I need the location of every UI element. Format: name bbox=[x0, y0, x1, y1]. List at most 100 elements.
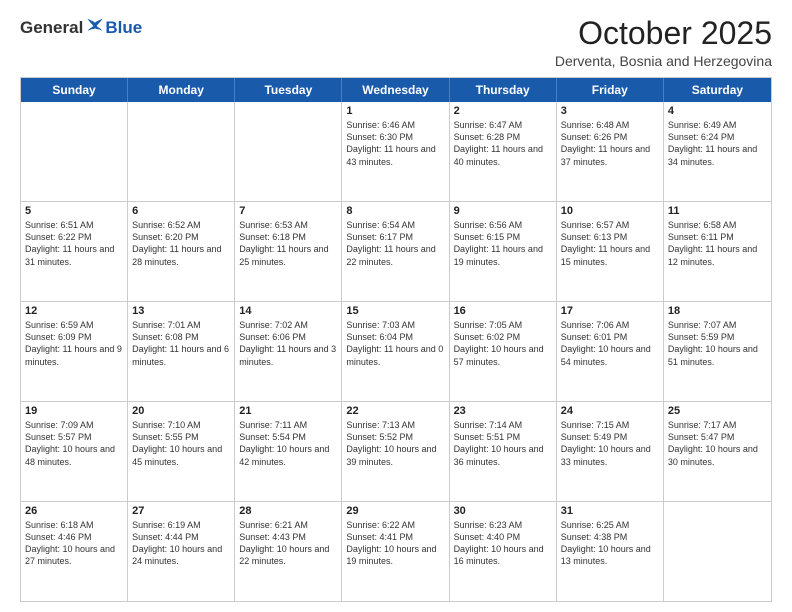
cell-sun-info: Sunrise: 6:56 AM Sunset: 6:15 PM Dayligh… bbox=[454, 219, 552, 268]
day-number: 13 bbox=[132, 305, 230, 317]
calendar-cell: 20Sunrise: 7:10 AM Sunset: 5:55 PM Dayli… bbox=[128, 402, 235, 501]
calendar-header-friday: Friday bbox=[557, 78, 664, 102]
calendar-cell: 18 Sunrise: 7:07 AM Sunset: 5:59 PM Dayli… bbox=[664, 302, 771, 401]
cell-sun-info: Sunrise: 6:47 AM Sunset: 6:28 PM Dayligh… bbox=[454, 119, 552, 168]
cell-sun-info: Sunrise: 6:48 AM Sunset: 6:26 PM Dayligh… bbox=[561, 119, 659, 168]
cell-sun-info: Sunrise: 6:49 AM Sunset: 6:24 PM Dayligh… bbox=[668, 119, 767, 168]
day-number: 2 bbox=[454, 105, 552, 117]
calendar-cell: 1 Sunrise: 6:46 AM Sunset: 6:30 PM Daylig… bbox=[342, 102, 449, 201]
calendar-cell: 4 Sunrise: 6:49 AM Sunset: 6:24 PM Daylig… bbox=[664, 102, 771, 201]
calendar-cell: 23Sunrise: 7:14 AM Sunset: 5:51 PM Dayli… bbox=[450, 402, 557, 501]
cell-sun-info: Sunrise: 7:09 AM Sunset: 5:57 PM Dayligh… bbox=[25, 419, 123, 468]
calendar-cell: 22 Sunrise: 7:13 AM Sunset: 5:52 PM Dayli… bbox=[342, 402, 449, 501]
month-title: October 2025 bbox=[555, 16, 772, 51]
cell-sun-info: Sunrise: 7:02 AM Sunset: 6:06 PM Dayligh… bbox=[239, 319, 337, 368]
day-number: 25 bbox=[668, 405, 767, 417]
cell-sun-info: Sunrise: 6:59 AM Sunset: 6:09 PM Dayligh… bbox=[25, 319, 123, 368]
cell-sun-info: Sunrise: 7:17 AM Sunset: 5:47 PM Dayligh… bbox=[668, 419, 767, 468]
calendar-cell: 8Sunrise: 6:54 AM Sunset: 6:17 PM Daylig… bbox=[342, 202, 449, 301]
cell-sun-info: Sunrise: 6:53 AM Sunset: 6:18 PM Dayligh… bbox=[239, 219, 337, 268]
cell-sun-info: Sunrise: 6:52 AM Sunset: 6:20 PM Dayligh… bbox=[132, 219, 230, 268]
day-number: 19 bbox=[25, 405, 123, 417]
calendar-cell bbox=[664, 502, 771, 601]
logo: General Blue bbox=[20, 16, 142, 36]
location-text: Derventa, Bosnia and Herzegovina bbox=[555, 53, 772, 69]
calendar-header-wednesday: Wednesday bbox=[342, 78, 449, 102]
calendar-cell: 19 Sunrise: 7:09 AM Sunset: 5:57 PM Dayli… bbox=[21, 402, 128, 501]
calendar-cell: 12Sunrise: 6:59 AM Sunset: 6:09 PM Dayli… bbox=[21, 302, 128, 401]
calendar-cell: 25 Sunrise: 7:17 AM Sunset: 5:47 PM Dayli… bbox=[664, 402, 771, 501]
day-number: 27 bbox=[132, 505, 230, 517]
calendar-cell: 16 Sunrise: 7:05 AM Sunset: 6:02 PM Dayli… bbox=[450, 302, 557, 401]
cell-sun-info: Sunrise: 6:25 AM Sunset: 4:38 PM Dayligh… bbox=[561, 519, 659, 568]
calendar-header-sunday: Sunday bbox=[21, 78, 128, 102]
day-number: 18 bbox=[668, 305, 767, 317]
calendar-cell bbox=[235, 102, 342, 201]
calendar-cell: 17 Sunrise: 7:06 AM Sunset: 6:01 PM Dayli… bbox=[557, 302, 664, 401]
cell-sun-info: Sunrise: 7:06 AM Sunset: 6:01 PM Dayligh… bbox=[561, 319, 659, 368]
calendar-cell: 3 Sunrise: 6:48 AM Sunset: 6:26 PM Daylig… bbox=[557, 102, 664, 201]
day-number: 3 bbox=[561, 105, 659, 117]
title-section: October 2025 Derventa, Bosnia and Herzeg… bbox=[555, 16, 772, 69]
day-number: 30 bbox=[454, 505, 552, 517]
calendar-cell: 15 Sunrise: 7:03 AM Sunset: 6:04 PM Dayli… bbox=[342, 302, 449, 401]
calendar-cell: 21 Sunrise: 7:11 AM Sunset: 5:54 PM Dayli… bbox=[235, 402, 342, 501]
calendar-week-4: 26Sunrise: 6:18 AM Sunset: 4:46 PM Dayli… bbox=[21, 502, 771, 601]
cell-sun-info: Sunrise: 6:46 AM Sunset: 6:30 PM Dayligh… bbox=[346, 119, 444, 168]
cell-sun-info: Sunrise: 7:03 AM Sunset: 6:04 PM Dayligh… bbox=[346, 319, 444, 368]
calendar-cell: 2 Sunrise: 6:47 AM Sunset: 6:28 PM Daylig… bbox=[450, 102, 557, 201]
day-number: 21 bbox=[239, 405, 337, 417]
day-number: 22 bbox=[346, 405, 444, 417]
cell-sun-info: Sunrise: 7:01 AM Sunset: 6:08 PM Dayligh… bbox=[132, 319, 230, 368]
calendar-week-3: 19 Sunrise: 7:09 AM Sunset: 5:57 PM Dayli… bbox=[21, 402, 771, 502]
cell-sun-info: Sunrise: 6:57 AM Sunset: 6:13 PM Dayligh… bbox=[561, 219, 659, 268]
logo-general-text: General bbox=[20, 19, 83, 36]
cell-sun-info: Sunrise: 7:13 AM Sunset: 5:52 PM Dayligh… bbox=[346, 419, 444, 468]
day-number: 8 bbox=[346, 205, 444, 217]
day-number: 16 bbox=[454, 305, 552, 317]
day-number: 6 bbox=[132, 205, 230, 217]
day-number: 15 bbox=[346, 305, 444, 317]
calendar-body: 1 Sunrise: 6:46 AM Sunset: 6:30 PM Daylig… bbox=[21, 102, 771, 601]
calendar-cell: 24 Sunrise: 7:15 AM Sunset: 5:49 PM Dayli… bbox=[557, 402, 664, 501]
calendar-cell: 5 Sunrise: 6:51 AM Sunset: 6:22 PM Daylig… bbox=[21, 202, 128, 301]
calendar-week-0: 1 Sunrise: 6:46 AM Sunset: 6:30 PM Daylig… bbox=[21, 102, 771, 202]
day-number: 9 bbox=[454, 205, 552, 217]
calendar-cell: 26Sunrise: 6:18 AM Sunset: 4:46 PM Dayli… bbox=[21, 502, 128, 601]
calendar-cell bbox=[128, 102, 235, 201]
day-number: 23 bbox=[454, 405, 552, 417]
day-number: 29 bbox=[346, 505, 444, 517]
logo-bird-icon bbox=[85, 16, 105, 36]
calendar-cell: 11Sunrise: 6:58 AM Sunset: 6:11 PM Dayli… bbox=[664, 202, 771, 301]
day-number: 7 bbox=[239, 205, 337, 217]
calendar-cell: 30 Sunrise: 6:23 AM Sunset: 4:40 PM Dayli… bbox=[450, 502, 557, 601]
day-number: 4 bbox=[668, 105, 767, 117]
day-number: 5 bbox=[25, 205, 123, 217]
day-number: 17 bbox=[561, 305, 659, 317]
day-number: 10 bbox=[561, 205, 659, 217]
cell-sun-info: Sunrise: 7:15 AM Sunset: 5:49 PM Dayligh… bbox=[561, 419, 659, 468]
cell-sun-info: Sunrise: 6:51 AM Sunset: 6:22 PM Dayligh… bbox=[25, 219, 123, 268]
cell-sun-info: Sunrise: 6:21 AM Sunset: 4:43 PM Dayligh… bbox=[239, 519, 337, 568]
cell-sun-info: Sunrise: 6:58 AM Sunset: 6:11 PM Dayligh… bbox=[668, 219, 767, 268]
calendar-cell: 9 Sunrise: 6:56 AM Sunset: 6:15 PM Daylig… bbox=[450, 202, 557, 301]
calendar-week-1: 5 Sunrise: 6:51 AM Sunset: 6:22 PM Daylig… bbox=[21, 202, 771, 302]
calendar-cell: 7 Sunrise: 6:53 AM Sunset: 6:18 PM Daylig… bbox=[235, 202, 342, 301]
calendar-header-saturday: Saturday bbox=[664, 78, 771, 102]
logo-blue-text: Blue bbox=[105, 19, 142, 36]
day-number: 14 bbox=[239, 305, 337, 317]
calendar: SundayMondayTuesdayWednesdayThursdayFrid… bbox=[20, 77, 772, 602]
day-number: 1 bbox=[346, 105, 444, 117]
cell-sun-info: Sunrise: 7:05 AM Sunset: 6:02 PM Dayligh… bbox=[454, 319, 552, 368]
calendar-cell: 13 Sunrise: 7:01 AM Sunset: 6:08 PM Dayli… bbox=[128, 302, 235, 401]
day-number: 26 bbox=[25, 505, 123, 517]
calendar-header-thursday: Thursday bbox=[450, 78, 557, 102]
cell-sun-info: Sunrise: 6:23 AM Sunset: 4:40 PM Dayligh… bbox=[454, 519, 552, 568]
calendar-cell bbox=[21, 102, 128, 201]
day-number: 24 bbox=[561, 405, 659, 417]
cell-sun-info: Sunrise: 7:07 AM Sunset: 5:59 PM Dayligh… bbox=[668, 319, 767, 368]
cell-sun-info: Sunrise: 7:11 AM Sunset: 5:54 PM Dayligh… bbox=[239, 419, 337, 468]
day-number: 28 bbox=[239, 505, 337, 517]
calendar-week-2: 12Sunrise: 6:59 AM Sunset: 6:09 PM Dayli… bbox=[21, 302, 771, 402]
cell-sun-info: Sunrise: 7:10 AM Sunset: 5:55 PM Dayligh… bbox=[132, 419, 230, 468]
